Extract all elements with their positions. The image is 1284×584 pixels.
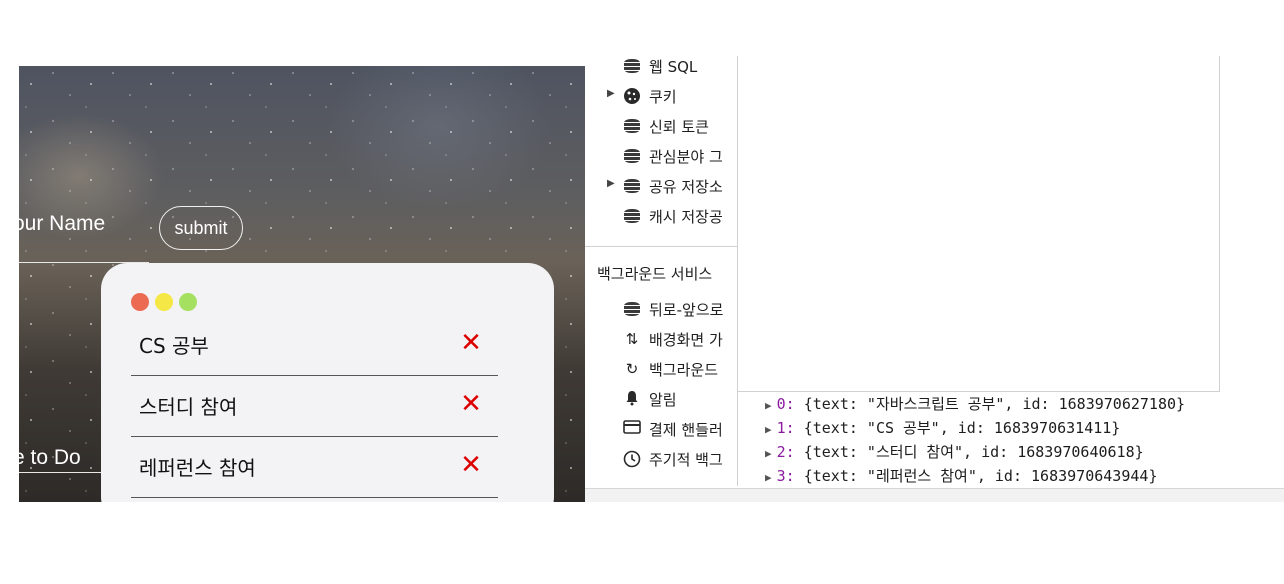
storage-preview-pane: [737, 56, 1220, 392]
todo-text: 레퍼런스 참여: [139, 456, 256, 480]
devtools-panel: 웹 SQL ▶ 쿠키 신뢰 토큰 관심분야 그 ▶ 공유 저장소 캐시 저장공 …: [585, 56, 1284, 502]
console-array-entry[interactable]: ▶ 2: {text: "스터디 참여", id: 1683970640618}: [765, 440, 1284, 464]
todo-input-underline[interactable]: [19, 472, 101, 473]
red-dot-icon: [131, 293, 149, 311]
sidebar-item-payment-handler[interactable]: 결제 핸들러: [585, 417, 737, 441]
todo-card: CS 공부 ✕ 스터디 참여 ✕ 레퍼런스 참여 ✕: [101, 263, 554, 502]
sidebar-item-cache-storage[interactable]: 캐시 저장공: [585, 204, 737, 228]
database-icon: [623, 300, 641, 318]
sidebar-item-interest-groups[interactable]: 관심분야 그: [585, 144, 737, 168]
clock-icon: [623, 450, 641, 468]
sidebar-item-periodic-background-sync[interactable]: 주기적 백그: [585, 447, 737, 471]
expand-arrow-icon[interactable]: ▶: [765, 447, 772, 460]
console-output: ▶ 0: {text: "자바스크립트 공부", id: 168397062718…: [765, 392, 1284, 488]
window-dots: [131, 293, 197, 311]
database-icon: [623, 147, 641, 165]
delete-x-icon[interactable]: ✕: [458, 391, 484, 417]
expand-arrow-icon[interactable]: ▶: [765, 423, 772, 436]
name-input-label: our Name: [19, 212, 106, 235]
expand-arrow-icon[interactable]: ▶: [607, 178, 615, 189]
console-array-entry[interactable]: ▶ 3: {text: "레퍼런스 참여", id: 1683970643944}: [765, 464, 1284, 488]
expand-arrow-icon[interactable]: ▶: [607, 88, 615, 99]
devtools-bottom-bar: [585, 488, 1284, 502]
expand-arrow-icon[interactable]: ▶: [765, 399, 772, 412]
delete-x-icon[interactable]: ✕: [458, 330, 484, 356]
sidebar-item-shared-storage[interactable]: ▶ 공유 저장소: [585, 174, 737, 198]
todo-text: 스터디 참여: [139, 395, 238, 419]
sidebar-item-back-forward-cache[interactable]: 뒤로-앞으로: [585, 297, 737, 321]
database-icon: [623, 177, 641, 195]
section-divider: [585, 246, 737, 247]
sync-icon: ↻: [625, 360, 639, 378]
submit-button[interactable]: submit: [159, 206, 243, 250]
todo-item: CS 공부 ✕: [131, 316, 498, 376]
todo-text: CS 공부: [139, 334, 209, 358]
sidebar-item-trust-tokens[interactable]: 신뢰 토큰: [585, 114, 737, 138]
sidebar-item-background-fetch[interactable]: ⇅ 배경화면 가: [585, 327, 737, 351]
cookie-icon: [623, 87, 641, 105]
yellow-dot-icon: [155, 293, 173, 311]
application-sidebar: 웹 SQL ▶ 쿠키 신뢰 토큰 관심분야 그 ▶ 공유 저장소 캐시 저장공 …: [585, 56, 738, 486]
todo-item: 스터디 참여 ✕: [131, 377, 498, 437]
database-icon: [623, 57, 641, 75]
green-dot-icon: [179, 293, 197, 311]
delete-x-icon[interactable]: ✕: [458, 452, 484, 478]
database-icon: [623, 117, 641, 135]
sidebar-item-notifications[interactable]: 알림: [585, 387, 737, 411]
console-array-entry[interactable]: ▶ 0: {text: "자바스크립트 공부", id: 168397062718…: [765, 392, 1284, 416]
database-icon: [623, 207, 641, 225]
sort-arrows-icon: ⇅: [625, 330, 639, 348]
bell-icon: [623, 390, 641, 408]
sidebar-item-web-sql[interactable]: 웹 SQL: [585, 56, 737, 78]
expand-arrow-icon[interactable]: ▶: [765, 471, 772, 484]
todo-app: our Name submit e to Do CS 공부 ✕ 스터디 참여 ✕…: [19, 66, 585, 502]
sidebar-item-background-sync[interactable]: ↻ 백그라운드: [585, 357, 737, 381]
console-array-entry[interactable]: ▶ 1: {text: "CS 공부", id: 1683970631411}: [765, 416, 1284, 440]
card-icon: [623, 420, 641, 438]
todo-item: 레퍼런스 참여 ✕: [131, 438, 498, 498]
todo-input-label: e to Do: [19, 446, 81, 469]
sidebar-item-cookies[interactable]: ▶ 쿠키: [585, 84, 737, 108]
background-services-heading: 백그라운드 서비스: [597, 265, 713, 283]
